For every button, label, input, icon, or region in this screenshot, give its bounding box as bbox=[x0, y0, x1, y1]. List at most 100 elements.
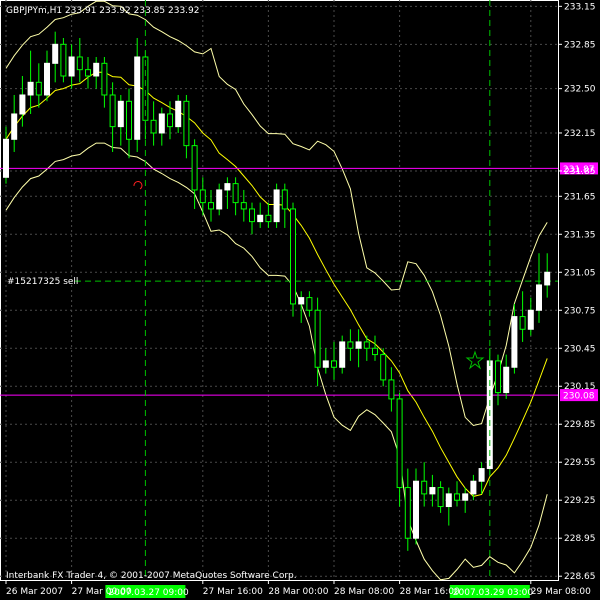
middle-band-line bbox=[5, 71, 548, 497]
candle-body-bull bbox=[511, 316, 518, 368]
candle-body-bear bbox=[240, 202, 247, 210]
x-tick-label: 26 Mar 2007 bbox=[6, 587, 63, 597]
candle-body-bear bbox=[60, 43, 67, 77]
candle-body-bull bbox=[93, 62, 100, 77]
candle-body-bull bbox=[355, 341, 362, 349]
y-tick-label: 231.35 bbox=[564, 230, 596, 240]
price-tag-label-lower: 230.08 bbox=[563, 392, 595, 402]
y-tick-label: 232.15 bbox=[564, 129, 596, 139]
candle-body-bull bbox=[134, 56, 141, 140]
candle-body-bear bbox=[388, 379, 395, 400]
candle-body-bear bbox=[519, 316, 526, 330]
candle-body-bull bbox=[339, 341, 346, 368]
candle-body-bear bbox=[35, 81, 42, 96]
candle-body-bull bbox=[44, 62, 50, 96]
order-arrow-icon bbox=[133, 181, 143, 190]
candle-body-bull bbox=[11, 113, 18, 140]
candles bbox=[3, 31, 551, 551]
y-tick-label: 228.95 bbox=[564, 534, 596, 544]
candle-body-bear bbox=[126, 100, 132, 140]
candle-body-bull bbox=[536, 284, 542, 311]
candle-body-bear bbox=[249, 208, 255, 223]
candle-body-bear bbox=[232, 183, 239, 204]
candle-body-bull bbox=[158, 113, 165, 134]
candle-body-bear bbox=[281, 189, 288, 210]
horizontal-lines: 231.87230.08 bbox=[0, 162, 598, 402]
candle-body-bull bbox=[3, 138, 9, 178]
candle-body-bear bbox=[306, 297, 313, 311]
price-chart: 231.87230.08 2007.03.27 09:00 2007.03.29 … bbox=[0, 0, 598, 598]
y-tick-label: 230.45 bbox=[564, 344, 596, 354]
chart-title: GBPJPYm,H1 233.91 233.92 233.85 233.92 bbox=[6, 6, 200, 16]
candle-body-bull bbox=[298, 297, 305, 305]
candle-body-bull bbox=[462, 493, 469, 501]
candle-body-bear bbox=[290, 208, 296, 305]
candle-body-bull bbox=[478, 468, 485, 482]
y-tick-label: 232.85 bbox=[564, 40, 596, 50]
candle-body-bull bbox=[527, 309, 534, 330]
candle-body-bull bbox=[68, 56, 75, 77]
candle-body-bull bbox=[544, 271, 551, 286]
y-tick-label: 228.65 bbox=[564, 572, 596, 582]
candle-body-bear bbox=[372, 347, 378, 356]
candle-body-bear bbox=[265, 214, 272, 223]
candle-body-bear bbox=[101, 62, 108, 96]
candle-body-bear bbox=[380, 354, 387, 381]
y-tick-label: 231.05 bbox=[564, 268, 596, 278]
y-tick-label: 232.50 bbox=[564, 85, 596, 95]
candle-body-bull bbox=[224, 183, 231, 191]
candle-body-bear bbox=[85, 69, 91, 77]
candle-body-bear bbox=[150, 119, 157, 134]
order-label: #15217325 sell bbox=[7, 277, 78, 287]
candle-body-bull bbox=[19, 94, 26, 115]
candle-body-bear bbox=[495, 360, 501, 394]
candle-body-bear bbox=[331, 360, 337, 368]
y-tick-label: 233.15 bbox=[564, 2, 596, 12]
x-tick-label: 29 Mar 08:00 bbox=[531, 587, 591, 597]
candle-body-bear bbox=[191, 145, 198, 191]
candle-body-bear bbox=[183, 100, 190, 147]
x-tick-label: 27 Mar 00:00 bbox=[72, 587, 132, 597]
vertical-markers: 2007.03.27 09:00 2007.03.29 03:00 bbox=[105, 0, 533, 598]
candle-body-bull bbox=[273, 189, 280, 223]
chart-window: 231.87 230.08 2007.03.27 09:00 2007.03.29 … bbox=[0, 0, 600, 600]
x-tick-label: 28 Mar 16:00 bbox=[400, 587, 460, 597]
candle-body-bull bbox=[52, 43, 59, 64]
y-tick-label: 229.55 bbox=[564, 458, 596, 468]
y-tick-label: 229.85 bbox=[564, 420, 596, 430]
candle-body-bull bbox=[470, 480, 477, 495]
y-tick-label: 230.15 bbox=[564, 382, 596, 392]
candle-body-bear bbox=[437, 487, 444, 508]
copyright-text: Interbank FX Trader 4, © 2001-2007 MetaQ… bbox=[6, 571, 297, 581]
candle-body-bear bbox=[208, 202, 214, 210]
x-tick-label: 27 Mar 16:00 bbox=[203, 587, 263, 597]
y-tick-label: 231.65 bbox=[564, 192, 596, 202]
candle-body-bear bbox=[314, 309, 321, 368]
candle-body-bear bbox=[109, 94, 116, 128]
star-icon bbox=[465, 350, 485, 370]
candle-body-bear bbox=[421, 480, 428, 495]
candle-body-bull bbox=[322, 360, 329, 368]
candle-body-bull bbox=[216, 189, 223, 210]
candle-body-bull bbox=[257, 214, 264, 223]
bollinger-bands bbox=[5, 0, 548, 581]
x-tick-label: 28 Mar 08:00 bbox=[334, 587, 394, 597]
candle-body-bear bbox=[199, 189, 206, 204]
candle-body-bull bbox=[445, 493, 452, 508]
y-tick-label: 229.25 bbox=[564, 496, 596, 506]
candle-body-bear bbox=[347, 341, 354, 349]
candle-body-bear bbox=[167, 113, 173, 128]
candle-body-bear bbox=[76, 56, 83, 71]
vertical-marker-label: 2007.03.29 03:00 bbox=[453, 588, 534, 598]
candle-body-bull bbox=[27, 81, 34, 96]
y-tick-label: 231.85 bbox=[564, 167, 596, 177]
candle-body-bull bbox=[117, 100, 124, 128]
candle-body-bear bbox=[396, 398, 403, 489]
candle-body-bear bbox=[454, 493, 460, 501]
candle-body-bull bbox=[175, 100, 182, 128]
candle-body-bear bbox=[404, 487, 411, 539]
candle-body-bear bbox=[363, 341, 370, 349]
candle-body-bull bbox=[429, 487, 436, 495]
y-tick-label: 230.75 bbox=[564, 306, 596, 316]
candle-body-bull bbox=[413, 480, 419, 539]
